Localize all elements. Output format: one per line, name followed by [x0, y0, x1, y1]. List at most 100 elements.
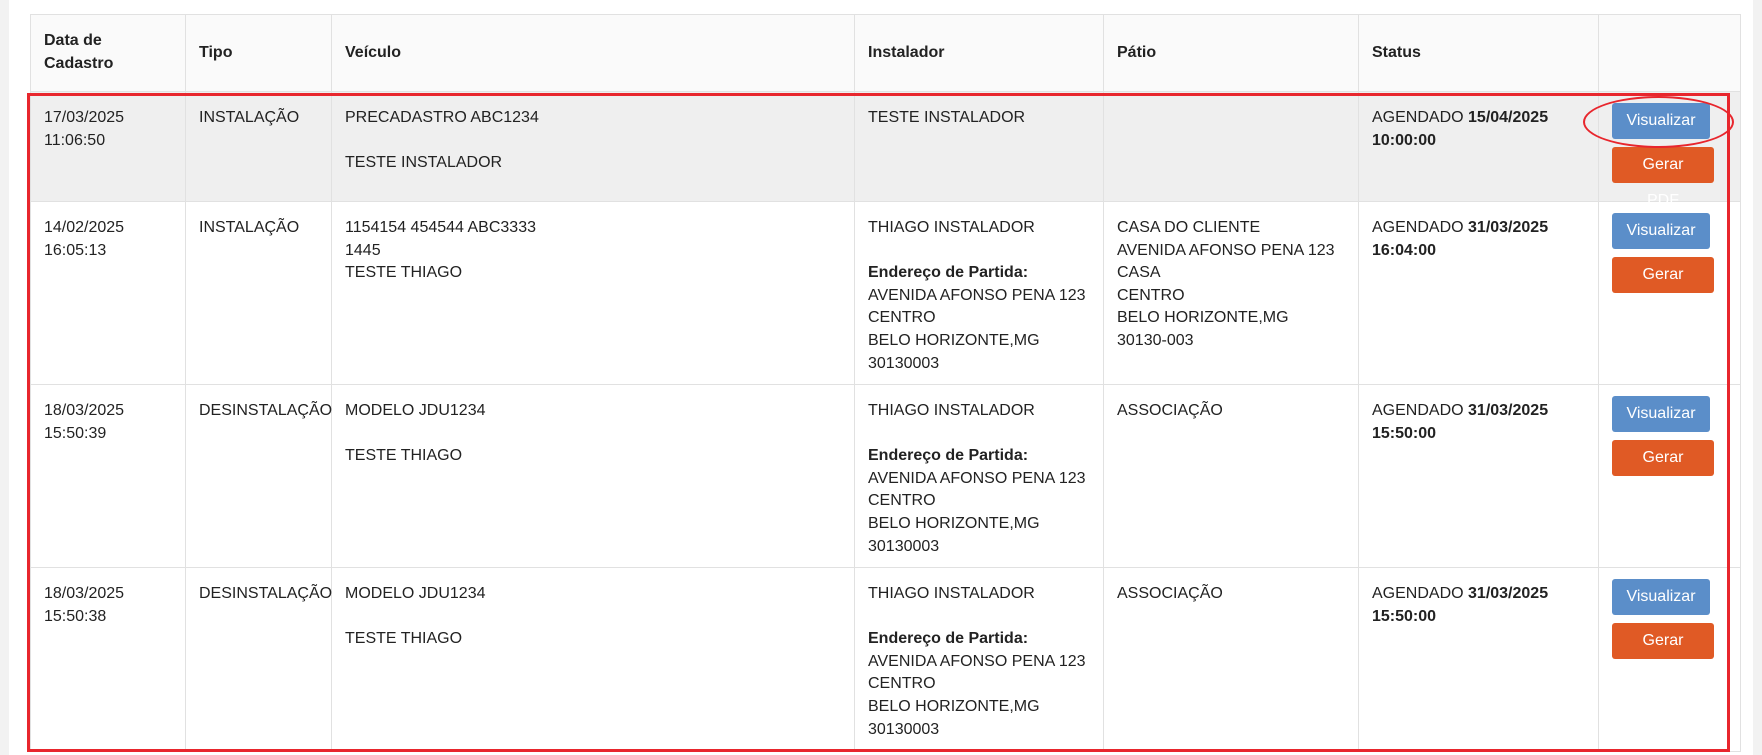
partida-line: CENTRO — [868, 309, 936, 327]
table-row[interactable]: 18/03/2025 15:50:39 DESINSTALAÇÃO MODELO… — [30, 384, 1741, 568]
col-header-veiculo[interactable]: Veículo — [331, 14, 855, 92]
cell-status: AGENDADO 31/03/2025 16:04:00 — [1358, 201, 1599, 385]
cell-tipo: INSTALAÇÃO — [185, 91, 332, 202]
partida-line: 30130003 — [868, 720, 940, 738]
veiculo-line: MODELO JDU1234 — [345, 402, 486, 419]
partida-line: AVENIDA AFONSO PENA 123 — [868, 469, 1086, 487]
instalador-name: THIAGO INSTALADOR — [868, 402, 1035, 419]
cell-tipo: DESINSTALAÇÃO — [185, 567, 332, 752]
cell-patio: ASSOCIAÇÃO — [1103, 567, 1359, 752]
cadastro-date: 18/03/2025 — [44, 402, 125, 419]
cadastro-time: 16:05:13 — [44, 241, 107, 259]
cell-instalador: THIAGO INSTALADOR Endereço de Partida: A… — [854, 384, 1104, 568]
status-text: AGENDADO — [1372, 109, 1469, 126]
partida-line: CENTRO — [868, 675, 936, 693]
veiculo-line: 1154154 454544 ABC3333 — [345, 219, 536, 236]
visualizar-button[interactable]: Visualizar — [1612, 213, 1710, 249]
cadastro-time: 15:50:39 — [44, 424, 107, 442]
patio-line: AVENIDA AFONSO PENA 123 — [1117, 241, 1335, 259]
cell-actions: Visualizar Gerar PDF — [1598, 567, 1741, 752]
cell-data-cadastro: 14/02/2025 16:05:13 — [30, 201, 186, 385]
cell-status: AGENDADO 31/03/2025 15:50:00 — [1358, 384, 1599, 568]
col-header-actions — [1598, 14, 1741, 92]
status-time: 16:04:00 — [1372, 241, 1437, 259]
col-header-status[interactable]: Status — [1358, 14, 1599, 92]
veiculo-line: PRECADASTRO ABC1234 — [345, 109, 539, 126]
partida-line: AVENIDA AFONSO PENA 123 — [868, 286, 1086, 304]
status-text: AGENDADO — [1372, 585, 1469, 602]
cell-status: AGENDADO 31/03/2025 15:50:00 — [1358, 567, 1599, 752]
content-panel: Data de Cadastro Tipo Veículo Instalador… — [9, 0, 1753, 755]
agendamentos-table-wrapper: Data de Cadastro Tipo Veículo Instalador… — [30, 14, 1741, 752]
cell-patio — [1103, 91, 1359, 202]
visualizar-button[interactable]: Visualizar — [1612, 103, 1710, 139]
cell-instalador: THIAGO INSTALADOR Endereço de Partida: A… — [854, 567, 1104, 752]
patio-line: CASA — [1117, 264, 1161, 282]
table-row[interactable]: 14/02/2025 16:05:13 INSTALAÇÃO 1154154 4… — [30, 201, 1741, 385]
endereco-partida-label: Endereço de Partida: — [868, 264, 1029, 282]
partida-line: AVENIDA AFONSO PENA 123 — [868, 652, 1086, 670]
partida-line: BELO HORIZONTE,MG — [868, 331, 1040, 349]
cell-actions: Visualizar Gerar PDF — [1598, 91, 1741, 209]
cell-veiculo: MODELO JDU1234 TESTE THIAGO — [331, 384, 855, 568]
veiculo-line — [345, 606, 842, 629]
veiculo-owner: TESTE THIAGO — [345, 630, 463, 648]
partida-line: BELO HORIZONTE,MG — [868, 514, 1040, 532]
gerar-pdf-button[interactable]: Gerar PDF — [1612, 623, 1714, 685]
cadastro-date: 17/03/2025 — [44, 109, 125, 126]
patio-line: BELO HORIZONTE,MG — [1117, 309, 1289, 327]
col-header-instalador[interactable]: Instalador — [854, 14, 1104, 92]
agendamentos-table: Data de Cadastro Tipo Veículo Instalador… — [30, 14, 1741, 752]
veiculo-line: 1445 — [345, 241, 381, 259]
patio-line: 30130-003 — [1117, 331, 1194, 349]
partida-line: 30130003 — [868, 354, 940, 372]
status-time: 15:50:00 — [1372, 607, 1437, 625]
endereco-partida-label: Endereço de Partida: — [868, 630, 1029, 648]
veiculo-line — [345, 130, 842, 153]
status-date: 31/03/2025 — [1468, 219, 1549, 236]
patio-line: CASA DO CLIENTE — [1117, 219, 1261, 236]
cell-actions: Visualizar Gerar PDF — [1598, 201, 1741, 385]
cell-patio: CASA DO CLIENTE AVENIDA AFONSO PENA 123 … — [1103, 201, 1359, 385]
cadastro-date: 14/02/2025 — [44, 219, 125, 236]
instalador-name: THIAGO INSTALADOR — [868, 585, 1035, 602]
cell-tipo: DESINSTALAÇÃO — [185, 384, 332, 568]
gerar-pdf-button[interactable]: Gerar PDF — [1612, 257, 1714, 319]
status-date: 31/03/2025 — [1468, 585, 1549, 602]
table-row[interactable]: 18/03/2025 15:50:38 DESINSTALAÇÃO MODELO… — [30, 567, 1741, 752]
cell-data-cadastro: 18/03/2025 15:50:38 — [30, 567, 186, 752]
cell-tipo: INSTALAÇÃO — [185, 201, 332, 385]
partida-line: 30130003 — [868, 537, 940, 555]
cell-instalador: TESTE INSTALADOR — [854, 91, 1104, 202]
cadastro-date: 18/03/2025 — [44, 585, 125, 602]
status-date: 31/03/2025 — [1468, 402, 1549, 419]
cell-data-cadastro: 18/03/2025 15:50:39 — [30, 384, 186, 568]
cell-actions: Visualizar Gerar PDF — [1598, 384, 1741, 568]
veiculo-owner: TESTE THIAGO — [345, 264, 463, 282]
status-date: 15/04/2025 — [1468, 109, 1549, 126]
patio-line: ASSOCIAÇÃO — [1117, 585, 1223, 602]
cell-data-cadastro: 17/03/2025 11:06:50 — [30, 91, 186, 202]
veiculo-line — [345, 423, 842, 446]
partida-line: CENTRO — [868, 492, 936, 510]
status-time: 15:50:00 — [1372, 424, 1437, 442]
col-header-patio[interactable]: Pátio — [1103, 14, 1359, 92]
veiculo-line: MODELO JDU1234 — [345, 585, 486, 602]
visualizar-button[interactable]: Visualizar — [1612, 579, 1710, 615]
status-text: AGENDADO — [1372, 402, 1469, 419]
patio-line: ASSOCIAÇÃO — [1117, 402, 1223, 419]
status-text: AGENDADO — [1372, 219, 1469, 236]
veiculo-owner: TESTE THIAGO — [345, 447, 463, 465]
veiculo-owner: TESTE INSTALADOR — [345, 154, 503, 172]
gerar-pdf-button[interactable]: Gerar PDF — [1612, 147, 1714, 209]
table-header-row: Data de Cadastro Tipo Veículo Instalador… — [30, 14, 1741, 92]
col-header-data-cadastro[interactable]: Data de Cadastro — [30, 14, 186, 92]
gerar-pdf-button[interactable]: Gerar PDF — [1612, 440, 1714, 502]
cell-instalador: THIAGO INSTALADOR Endereço de Partida: A… — [854, 201, 1104, 385]
endereco-partida-label: Endereço de Partida: — [868, 447, 1029, 465]
col-header-tipo[interactable]: Tipo — [185, 14, 332, 92]
cell-veiculo: PRECADASTRO ABC1234 TESTE INSTALADOR — [331, 91, 855, 202]
table-row[interactable]: 17/03/2025 11:06:50 INSTALAÇÃO PRECADAST… — [30, 91, 1741, 209]
cadastro-time: 11:06:50 — [44, 131, 106, 149]
visualizar-button[interactable]: Visualizar — [1612, 396, 1710, 432]
